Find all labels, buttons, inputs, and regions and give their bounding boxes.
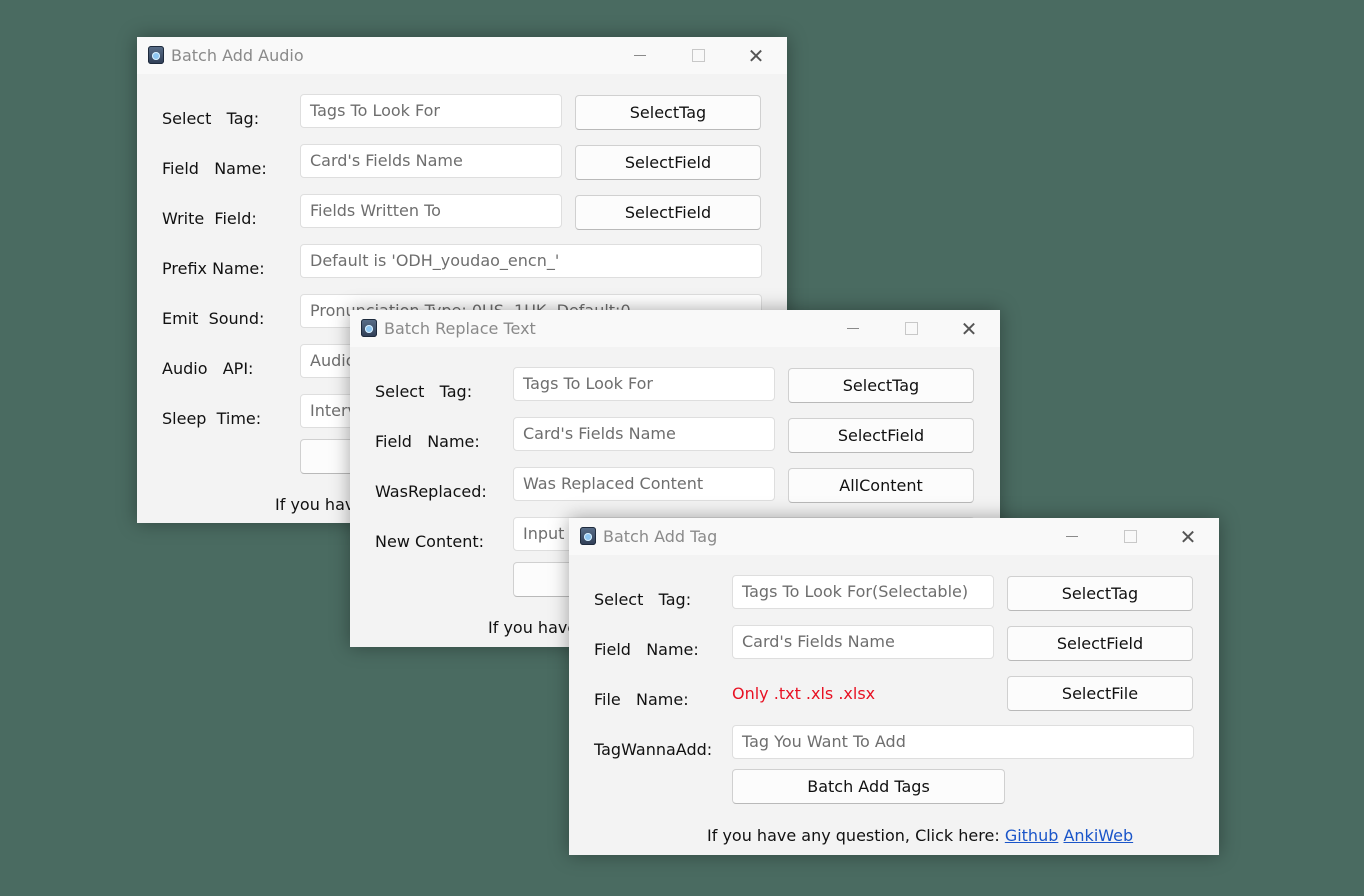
was-replaced-input[interactable]: Was Replaced Content <box>513 467 775 501</box>
field-name-input[interactable]: Card's Fields Name <box>300 144 562 178</box>
audio-api-label: Audio API: <box>162 359 254 378</box>
write-field-label: Write Field: <box>162 209 257 228</box>
prefix-name-input[interactable]: Default is 'ODH_youdao_encn_' <box>300 244 762 278</box>
close-icon[interactable]: ✕ <box>727 37 785 74</box>
select-tag-label: Select Tag: <box>162 109 260 128</box>
window-title: Batch Add Tag <box>603 527 718 546</box>
help-footer: If you have any question, Click here: Gi… <box>707 826 1133 845</box>
app-icon <box>148 46 164 64</box>
title-bar[interactable]: Batch Add Tag ✕ <box>569 518 1219 555</box>
maximize-icon[interactable] <box>882 310 940 347</box>
prefix-name-label: Prefix Name: <box>162 259 265 278</box>
all-content-button[interactable]: AllContent <box>788 468 974 503</box>
select-field-button[interactable]: SelectField <box>575 145 761 180</box>
app-icon <box>361 319 377 337</box>
help-text: If you have any question, Click here: <box>707 826 1005 845</box>
window-title: Batch Replace Text <box>384 319 536 338</box>
file-name-label: File Name: <box>594 690 689 709</box>
field-name-label: Field Name: <box>594 640 699 659</box>
field-name-label: Field Name: <box>375 432 480 451</box>
sleep-time-label: Sleep Time: <box>162 409 262 428</box>
was-replaced-label: WasReplaced: <box>375 482 487 501</box>
select-write-field-button[interactable]: SelectField <box>575 195 761 230</box>
github-link[interactable]: Github <box>1005 826 1059 845</box>
select-tag-input[interactable]: Tags To Look For(Selectable) <box>732 575 994 609</box>
select-tag-input[interactable]: Tags To Look For <box>300 94 562 128</box>
maximize-icon[interactable] <box>669 37 727 74</box>
select-file-button[interactable]: SelectFile <box>1007 676 1193 711</box>
select-tag-input[interactable]: Tags To Look For <box>513 367 775 401</box>
minimize-icon[interactable] <box>1043 518 1101 555</box>
select-tag-button[interactable]: SelectTag <box>575 95 761 130</box>
help-footer: If you have <box>488 618 578 637</box>
window-title: Batch Add Audio <box>171 46 304 65</box>
select-field-button[interactable]: SelectField <box>1007 626 1193 661</box>
write-field-input[interactable]: Fields Written To <box>300 194 562 228</box>
emit-sound-label: Emit Sound: <box>162 309 265 328</box>
select-field-button[interactable]: SelectField <box>788 418 974 453</box>
select-tag-label: Select Tag: <box>594 590 692 609</box>
title-bar[interactable]: Batch Add Audio ✕ <box>137 37 787 74</box>
tag-wanna-add-label: TagWannaAdd: <box>594 740 713 759</box>
select-tag-button[interactable]: SelectTag <box>788 368 974 403</box>
file-type-hint: Only .txt .xls .xlsx <box>732 684 876 703</box>
batch-add-tags-button[interactable]: Batch Add Tags <box>732 769 1005 804</box>
field-name-input[interactable]: Card's Fields Name <box>513 417 775 451</box>
title-bar[interactable]: Batch Replace Text ✕ <box>350 310 1000 347</box>
minimize-icon[interactable] <box>611 37 669 74</box>
tag-to-add-input[interactable]: Tag You Want To Add <box>732 725 1194 759</box>
maximize-icon[interactable] <box>1101 518 1159 555</box>
new-content-label: New Content: <box>375 532 485 551</box>
select-tag-label: Select Tag: <box>375 382 473 401</box>
close-icon[interactable]: ✕ <box>940 310 998 347</box>
field-name-input[interactable]: Card's Fields Name <box>732 625 994 659</box>
field-name-label: Field Name: <box>162 159 267 178</box>
app-icon <box>580 527 596 545</box>
batch-add-tag-window: Batch Add Tag ✕ Select Tag: Tags To Look… <box>569 518 1219 855</box>
close-icon[interactable]: ✕ <box>1159 518 1217 555</box>
select-tag-button[interactable]: SelectTag <box>1007 576 1193 611</box>
minimize-icon[interactable] <box>824 310 882 347</box>
ankiweb-link[interactable]: AnkiWeb <box>1063 826 1133 845</box>
